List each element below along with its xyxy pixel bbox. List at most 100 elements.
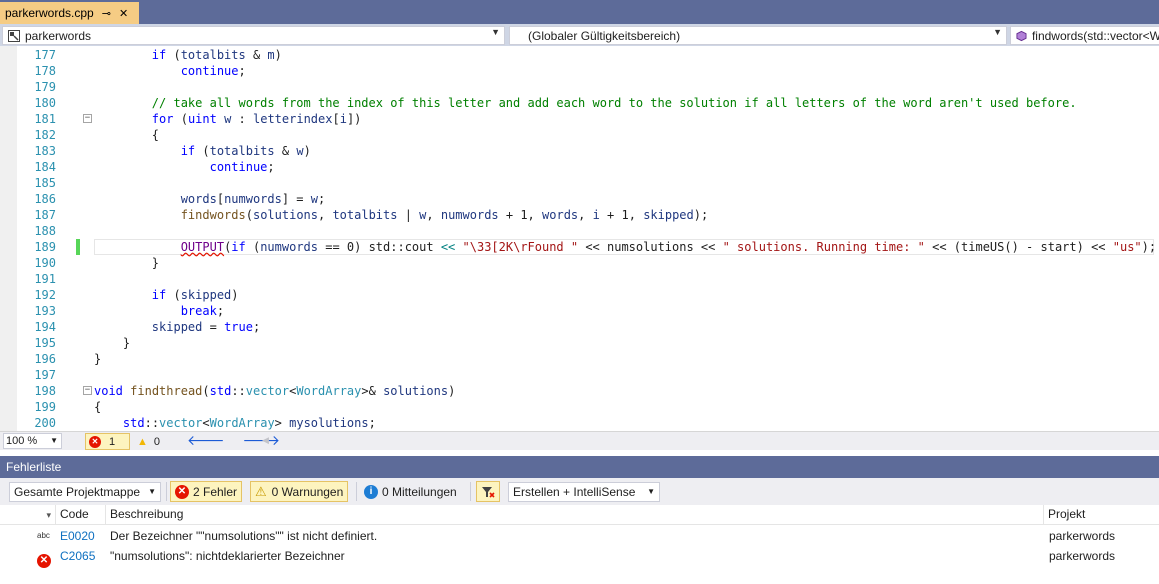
intellisense-error-icon: abc	[37, 531, 50, 540]
error-code-link[interactable]: C2065	[60, 546, 95, 566]
warning-icon: ▲	[137, 435, 148, 448]
code-line[interactable]: 187 findwords(solutions, totalbits | w, …	[0, 207, 1159, 223]
code-line[interactable]: 198 − void findthread(std::vector<WordArra…	[0, 383, 1159, 399]
line-number: 193	[34, 304, 56, 318]
line-number: 184	[34, 160, 56, 174]
info-icon: i	[364, 484, 378, 499]
filter-toggle-button[interactable]	[476, 481, 500, 502]
code-line[interactable]: 195 }	[0, 335, 1159, 351]
error-count-indicator[interactable]: ✕ 1	[85, 433, 130, 450]
code-line[interactable]: 183 if (totalbits & w)	[0, 143, 1159, 159]
code-line[interactable]: 200 std::vector<WordArray> mysolutions;	[0, 415, 1159, 431]
scope-filter-dropdown[interactable]: Gesamte Projektmappe ▼	[9, 482, 161, 502]
code-line[interactable]: 179	[0, 79, 1159, 95]
code-editor[interactable]: 177 if (totalbits & m) 178 continue; 179 18…	[0, 46, 1159, 431]
column-header-project[interactable]: Projekt	[1044, 505, 1159, 525]
code-line[interactable]: 181 − for (uint w : letterindex[i])	[0, 111, 1159, 127]
code-line[interactable]: 189 OUTPUT(if (numwords == 0) std::cout …	[0, 239, 1159, 255]
line-number: 190	[34, 256, 56, 270]
code-line[interactable]: 197	[0, 367, 1159, 383]
project-dropdown[interactable]: parkerwords ▼	[2, 26, 505, 45]
line-number: 179	[34, 80, 56, 94]
filter-icon	[482, 486, 495, 498]
line-number: 183	[34, 144, 56, 158]
zoom-level: 100 %	[6, 435, 38, 447]
close-icon[interactable]: ✕	[119, 7, 128, 20]
column-header-category[interactable]: ▾	[0, 505, 56, 525]
code-text: std::vector<WordArray> mysolutions;	[122, 416, 376, 430]
code-line[interactable]: 194 skipped = true;	[0, 319, 1159, 335]
code-line[interactable]: 191	[0, 271, 1159, 287]
code-text: void findthread(std::vector<WordArray>& …	[94, 384, 456, 398]
code-line[interactable]: 186 words[numwords] = w;	[0, 191, 1159, 207]
pin-icon[interactable]: ⊸	[102, 7, 111, 20]
method-icon	[1016, 30, 1027, 41]
column-header-code[interactable]: Code	[56, 505, 106, 525]
code-text: if (skipped)	[151, 288, 239, 302]
line-number: 177	[34, 48, 56, 62]
code-line[interactable]: 193 break;	[0, 303, 1159, 319]
code-line[interactable]: 199 {	[0, 399, 1159, 415]
line-number: 182	[34, 128, 56, 142]
warning-icon: ⚠	[255, 483, 267, 499]
error-code-link[interactable]: E0020	[60, 526, 95, 546]
scope-dropdown[interactable]: (Globaler Gültigkeitsbereich) ▼	[509, 26, 1007, 45]
code-line[interactable]: 178 continue;	[0, 63, 1159, 79]
code-text: continue;	[180, 64, 246, 78]
messages-filter-button[interactable]: i 0 Mitteilungen	[360, 481, 461, 502]
chevron-down-icon: ▼	[993, 27, 1002, 37]
line-number: 187	[34, 208, 56, 222]
navigation-bar: parkerwords ▼ (Globaler Gültigkeitsberei…	[0, 24, 1159, 46]
code-line[interactable]: 190 }	[0, 255, 1159, 271]
code-text: // take all words from the index of this…	[151, 96, 1077, 110]
warnings-filter-button[interactable]: ⚠ 0 Warnungen	[250, 481, 349, 502]
error-description: "numsolutions": nichtdeklarierter Bezeic…	[110, 549, 345, 563]
code-text: break;	[180, 304, 225, 318]
table-row[interactable]: abc E0020 Der Bezeichner ""numsolutions"…	[0, 526, 1159, 546]
zoom-dropdown[interactable]: 100 % ▼	[3, 433, 62, 449]
line-number: 191	[34, 272, 56, 286]
line-number: 185	[34, 176, 56, 190]
line-number: 189	[34, 240, 56, 254]
code-line[interactable]: 182 {	[0, 127, 1159, 143]
code-text: OUTPUT(if (numwords == 0) std::cout << "…	[180, 240, 1157, 254]
arrow-left-icon[interactable]: 🡐	[187, 432, 225, 448]
warning-count-indicator[interactable]: ▲ 0	[137, 433, 160, 450]
column-header-description[interactable]: Beschreibung	[106, 505, 1044, 525]
code-text: findwords(solutions, totalbits | w, numw…	[180, 208, 709, 222]
scroll-left-icon[interactable]: ◀	[262, 435, 269, 446]
error-description: Der Bezeichner ""numsolutions"" ist nich…	[110, 529, 378, 543]
code-text: {	[94, 128, 160, 142]
error-project: parkerwords	[1049, 549, 1116, 563]
error-icon: ✕	[175, 484, 189, 499]
document-tab-strip: parkerwords.cpp ⊸ ✕	[0, 0, 1159, 24]
scope-name: (Globaler Gültigkeitsbereich)	[528, 28, 681, 43]
table-row[interactable]: ✕ C2065 "numsolutions": nichtdeklarierte…	[0, 546, 1159, 568]
code-line[interactable]: 196}	[0, 351, 1159, 367]
build-filter-dropdown[interactable]: Erstellen + IntelliSense ▼	[508, 482, 660, 502]
member-dropdown[interactable]: findwords(std::vector<W	[1010, 26, 1159, 45]
collapse-icon[interactable]: −	[83, 386, 92, 395]
change-marker	[76, 239, 80, 255]
code-line[interactable]: 192 if (skipped)	[0, 287, 1159, 303]
collapse-icon[interactable]: −	[83, 114, 92, 123]
scope-filter-value: Gesamte Projektmappe	[14, 485, 141, 499]
code-text: words[numwords] = w;	[180, 192, 326, 206]
code-line[interactable]: 188	[0, 223, 1159, 239]
warnings-filter-label: 0 Warnungen	[271, 484, 344, 499]
line-number: 195	[34, 336, 56, 350]
line-number: 186	[34, 192, 56, 206]
code-text: for (uint w : letterindex[i])	[151, 112, 362, 126]
code-text: }	[94, 352, 102, 366]
errors-filter-button[interactable]: ✕ 2 Fehler	[170, 481, 243, 502]
code-line[interactable]: 180 // take all words from the index of …	[0, 95, 1159, 111]
line-number: 178	[34, 64, 56, 78]
code-text: continue;	[209, 160, 275, 174]
code-line[interactable]: 177 if (totalbits & m)	[0, 47, 1159, 63]
line-number: 198	[34, 384, 56, 398]
tab-parkerwords-cpp[interactable]: parkerwords.cpp ⊸ ✕	[0, 2, 139, 24]
code-line[interactable]: 184 continue;	[0, 159, 1159, 175]
code-line[interactable]: 185	[0, 175, 1159, 191]
chevron-down-icon: ▼	[148, 487, 156, 496]
code-text: skipped = true;	[151, 320, 261, 334]
